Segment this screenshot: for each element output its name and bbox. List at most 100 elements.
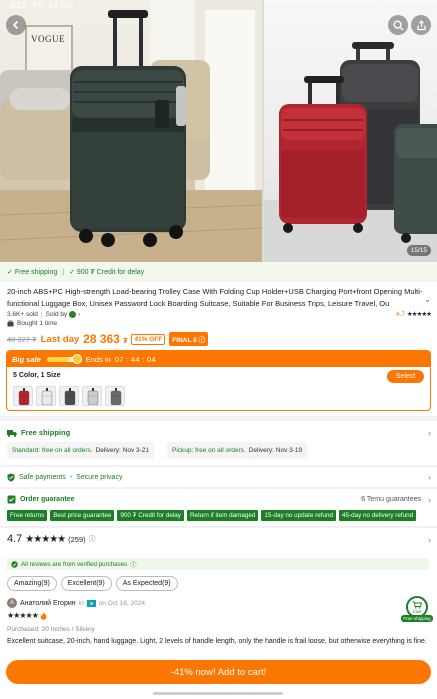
cart-button[interactable]: Cart Free shipping [401, 596, 433, 624]
info-icon[interactable]: ⓘ [89, 534, 96, 544]
verified-check-icon [11, 560, 18, 568]
chevron-left-icon [12, 20, 19, 30]
variant-thumbnail[interactable] [13, 386, 33, 406]
chevron-right-icon[interactable]: › [428, 472, 431, 482]
standard-shipping[interactable]: Standard: free on all orders. Delivery: … [7, 442, 155, 459]
star-rating-icon: ★★★★★ [25, 533, 66, 545]
star-rating-icon: ★★★★★ [7, 611, 39, 620]
guarantee-tag: 900 ₮ Credit for delay [117, 510, 184, 521]
reviewer-row: А Анатолий Егорин in on Oct 18, 2024 [7, 598, 145, 608]
verified-purchases-banner: All reviews are from verified purchases … [7, 558, 429, 570]
info-icon[interactable]: ⓘ [130, 560, 136, 569]
check-icon: ✓ [69, 269, 77, 276]
verified-text: All reviews are from verified purchases [21, 560, 128, 568]
product-rating[interactable]: 4.7 ★★★★★ [396, 310, 432, 319]
poster-text: VOGUE [31, 34, 65, 44]
last-day-label: Last day [40, 333, 80, 345]
pickup-delivery-window: Delivery: Nov 3-19 [248, 447, 303, 454]
product-title[interactable]: 20-inch ABS+PC High-strength Load-bearin… [7, 286, 425, 310]
discount-badge: 41% OFF [131, 333, 166, 345]
divider [0, 465, 437, 467]
reviewer-name: Анатолий Егорин [20, 599, 76, 607]
currency-symbol: ₮ [123, 338, 128, 345]
guarantee-count[interactable]: 6 Temu guarantees [361, 496, 421, 503]
final-sale-badge[interactable]: FINAL 8 ⓘ [169, 332, 209, 346]
sold-by-label: Sold by [45, 310, 68, 318]
review-filter-chip[interactable]: Amazing(9) [7, 576, 57, 591]
perks-strip[interactable]: ✓ Free shipping | ✓ 900 ₮ Credit for del… [0, 262, 437, 282]
free-shipping-perk: Free shipping [14, 268, 58, 276]
review-filter-chips: Amazing(9) Excellent(9) As Expected(9) [7, 576, 178, 591]
add-to-cart-button[interactable]: -41% now! Add to cart! [6, 660, 431, 684]
order-guarantee-title: Order guarantee [20, 496, 75, 503]
guarantee-tags: Free returns Best price guarantee 900 ₮ Cr… [7, 510, 417, 521]
pickup-shipping[interactable]: Pickup: free on all orders. Delivery: No… [167, 442, 308, 459]
avatar[interactable]: А [7, 598, 17, 608]
variant-thumbnails[interactable] [13, 386, 125, 406]
share-icon [416, 19, 426, 30]
share-button[interactable] [411, 15, 431, 35]
review-text: Excellent suitcase, 20-inch, hand luggag… [7, 638, 427, 645]
seller-avatar[interactable] [69, 310, 77, 318]
divider [0, 487, 437, 489]
review-rating: ★★★★★ [7, 611, 47, 620]
select-variant-button[interactable]: Select [387, 370, 424, 383]
back-button[interactable] [6, 15, 26, 35]
search-button[interactable] [388, 15, 408, 35]
country-flag-icon [86, 599, 96, 607]
cart-free-shipping: Free shipping [401, 615, 433, 622]
big-sale-panel[interactable]: Big sale Ends in 07 : 44 : 04 5 Color, 1… [6, 350, 431, 411]
product-gallery[interactable]: VOGUE 4:15 Fri, 24 Oct 15/15 [0, 0, 437, 262]
review-filter-chip[interactable]: Excellent(9) [60, 576, 112, 591]
chevron-right-icon[interactable]: › [428, 495, 431, 505]
shipping-title: Free shipping [21, 428, 71, 437]
suitcase-thumbnail-icon [18, 388, 30, 405]
bought-times: Bought 1 time [7, 320, 57, 327]
home-indicator[interactable] [153, 692, 283, 695]
suitcase-thumbnail-icon [87, 388, 99, 405]
product-meta: 3.6K+ sold | Sold by › 4.7 ★★★★★ [7, 309, 432, 319]
reviews-header[interactable]: 4.7 ★★★★★ (259) ⓘ [7, 533, 96, 545]
variant-thumbnail[interactable] [82, 386, 102, 406]
variant-thumbnail[interactable] [59, 386, 79, 406]
chevron-right-icon[interactable]: › [428, 428, 431, 438]
bought-label: Bought 1 time [17, 320, 58, 327]
cart-label: Cart [412, 608, 422, 614]
chevron-right-icon[interactable]: › [428, 535, 431, 545]
suitcase-thumbnail-icon [110, 388, 122, 405]
reviewer-in-label: in [78, 599, 84, 607]
order-guarantee-header[interactable]: Order guarantee [7, 495, 74, 504]
review-count: (259) [68, 534, 86, 544]
variant-summary: 5 Color, 1 Size [13, 372, 61, 379]
safe-payments-label: Safe payments [19, 474, 66, 481]
safety-row[interactable]: Safe payments • Secure privacy [7, 473, 122, 482]
guarantee-tag: Free returns [7, 510, 48, 521]
price-row: 48 327 ₮ Last day 28 363 ₮ 41% OFF FINAL… [7, 332, 209, 346]
expand-title-icon[interactable]: ⌄ [424, 295, 431, 304]
current-price: 28 363 ₮ [83, 332, 127, 346]
sale-progress-bar [46, 353, 82, 364]
bag-icon [7, 320, 14, 327]
suitcase-thumbnail-icon [41, 388, 53, 405]
variant-thumbnail[interactable] [105, 386, 125, 406]
guarantee-tag: 15-day no update refund [261, 510, 337, 521]
status-time: 4:15 [10, 1, 27, 10]
sale-timer: 07 : 44 : 04 [114, 354, 156, 364]
pickup-shipping-label: Pickup: free on all orders. [172, 447, 246, 454]
original-price: 48 327 ₮ [7, 334, 37, 344]
clock-icon [71, 353, 82, 364]
product-image-secondary[interactable] [264, 0, 437, 262]
sold-count: 3.6K+ sold [7, 310, 38, 318]
variant-thumbnail[interactable] [36, 386, 56, 406]
star-rating-icon: ★★★★★ [406, 311, 432, 318]
review-filter-chip[interactable]: As Expected(9) [115, 576, 178, 591]
suitcase-thumbnail-icon [64, 388, 76, 405]
status-bar: 4:15 Fri, 24 Oct [10, 1, 73, 10]
guarantee-tag: 45-day no delivery refund [339, 510, 417, 521]
product-image-main[interactable]: VOGUE [0, 0, 262, 262]
shield-icon [7, 473, 15, 482]
separator: • [69, 474, 73, 481]
guarantee-tag: Best price guarantee [50, 510, 115, 521]
chevron-right-icon[interactable]: › [78, 311, 80, 318]
free-shipping-header[interactable]: Free shipping [7, 428, 70, 437]
